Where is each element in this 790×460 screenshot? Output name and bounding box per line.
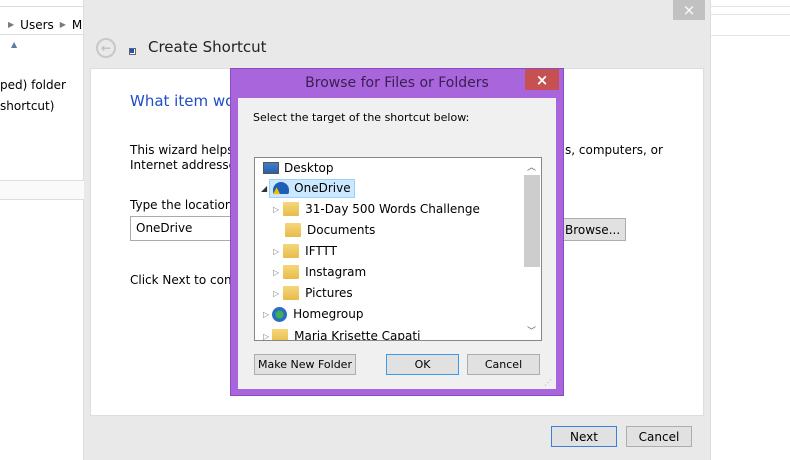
desktop-icon <box>263 162 279 174</box>
wizard-title: Create Shortcut <box>148 38 267 56</box>
collapsed-icon: ▷ <box>273 267 280 277</box>
list-item[interactable]: shortcut) <box>0 99 54 113</box>
wizard-heading: What item wou <box>130 92 244 110</box>
dialog-close-button[interactable]: × <box>525 69 559 90</box>
folder-tree[interactable]: ︿ ﹀ Desktop ◢ ▲ OneDrive ▷ 31-Day 500 Wor… <box>254 157 542 341</box>
scroll-thumb[interactable] <box>524 175 540 267</box>
tree-item-user[interactable]: ▷ Maria Krisette Capati <box>263 326 421 341</box>
location-input[interactable]: OneDrive <box>130 216 240 241</box>
back-arrow-icon: ← <box>100 41 112 55</box>
collapsed-icon: ▷ <box>263 309 270 319</box>
intro-text-2: Internet addresses. <box>130 158 247 172</box>
back-button[interactable]: ← <box>96 38 116 58</box>
tree-label: Homegroup <box>293 307 364 321</box>
tree-label: Pictures <box>305 286 353 300</box>
tree-label: IFTTT <box>305 244 337 258</box>
breadcrumb-item[interactable]: M <box>72 18 82 32</box>
tree-item-onedrive[interactable]: ◢ ▲ OneDrive <box>261 178 355 198</box>
folder-icon <box>285 223 301 237</box>
folder-icon <box>283 265 300 279</box>
explorer-right <box>710 0 790 460</box>
intro-text: This wizard helps y <box>130 143 245 157</box>
collapsed-icon: ▷ <box>273 246 280 256</box>
location-label: Type the location o <box>130 198 244 212</box>
chevron-right-icon: ▶ <box>59 20 66 29</box>
collapsed-icon: ▷ <box>273 288 280 298</box>
dialog-title: Browse for Files or Folders <box>305 75 489 91</box>
user-folder-icon <box>272 329 289 340</box>
explorer-window: ▶ Users ▶ M ▲ ped) folder shortcut) <box>0 0 84 460</box>
tree-item-folder[interactable]: Documents <box>285 220 375 240</box>
tree-label: Documents <box>307 223 376 237</box>
cancel-button[interactable]: Cancel <box>467 354 540 375</box>
tree-label: 31-Day 500 Words Challenge <box>305 202 480 216</box>
tree-item-folder[interactable]: ▷ Pictures <box>273 283 353 303</box>
ok-button[interactable]: OK <box>386 354 459 375</box>
chevron-right-icon: ▶ <box>8 20 15 29</box>
breadcrumb[interactable]: ▶ Users ▶ M <box>0 15 84 35</box>
scroll-up-icon[interactable]: ︿ <box>527 160 536 173</box>
sort-up-icon: ▲ <box>11 40 18 49</box>
breadcrumb-item[interactable]: Users <box>20 18 54 32</box>
dialog-body: Select the target of the shortcut below:… <box>238 98 556 389</box>
tree-label: Instagram <box>305 265 367 279</box>
tree-label: Maria Krisette Capati <box>294 329 421 341</box>
tree-label: OneDrive <box>294 181 351 195</box>
collapsed-icon: ▷ <box>273 204 280 214</box>
cancel-button[interactable]: Cancel <box>626 426 692 447</box>
expanded-icon: ◢ <box>261 183 268 193</box>
homegroup-icon <box>272 306 288 322</box>
list-item[interactable]: ped) folder <box>0 78 66 92</box>
tree-item-folder[interactable]: ▷ Instagram <box>273 262 366 282</box>
onedrive-warning-icon: ▲ <box>273 182 290 196</box>
browse-dialog: Browse for Files or Folders × Select the… <box>230 68 564 396</box>
scroll-down-icon[interactable]: ﹀ <box>527 324 536 337</box>
shortcut-icon <box>129 48 136 55</box>
make-new-folder-button[interactable]: Make New Folder <box>254 354 356 375</box>
next-button[interactable]: Next <box>551 426 617 447</box>
tree-item-homegroup[interactable]: ▷ Homegroup <box>263 304 363 324</box>
instruction-text: Select the target of the shortcut below: <box>253 111 470 124</box>
folder-icon <box>283 286 300 300</box>
tree-scrollbar[interactable]: ︿ ﹀ <box>523 158 541 340</box>
tree-label: Desktop <box>284 161 334 175</box>
intro-text-end: s, computers, or <box>565 143 663 157</box>
collapsed-icon: ▷ <box>263 331 270 341</box>
tree-item-desktop[interactable]: Desktop <box>263 158 334 178</box>
tree-item-folder[interactable]: ▷ IFTTT <box>273 241 337 261</box>
folder-icon <box>283 244 300 258</box>
close-button[interactable]: × <box>673 0 705 20</box>
resize-grip-icon[interactable]: ⋰ <box>544 378 552 387</box>
tree-item-folder[interactable]: ▷ 31-Day 500 Words Challenge <box>273 199 480 219</box>
folder-icon <box>283 202 300 216</box>
